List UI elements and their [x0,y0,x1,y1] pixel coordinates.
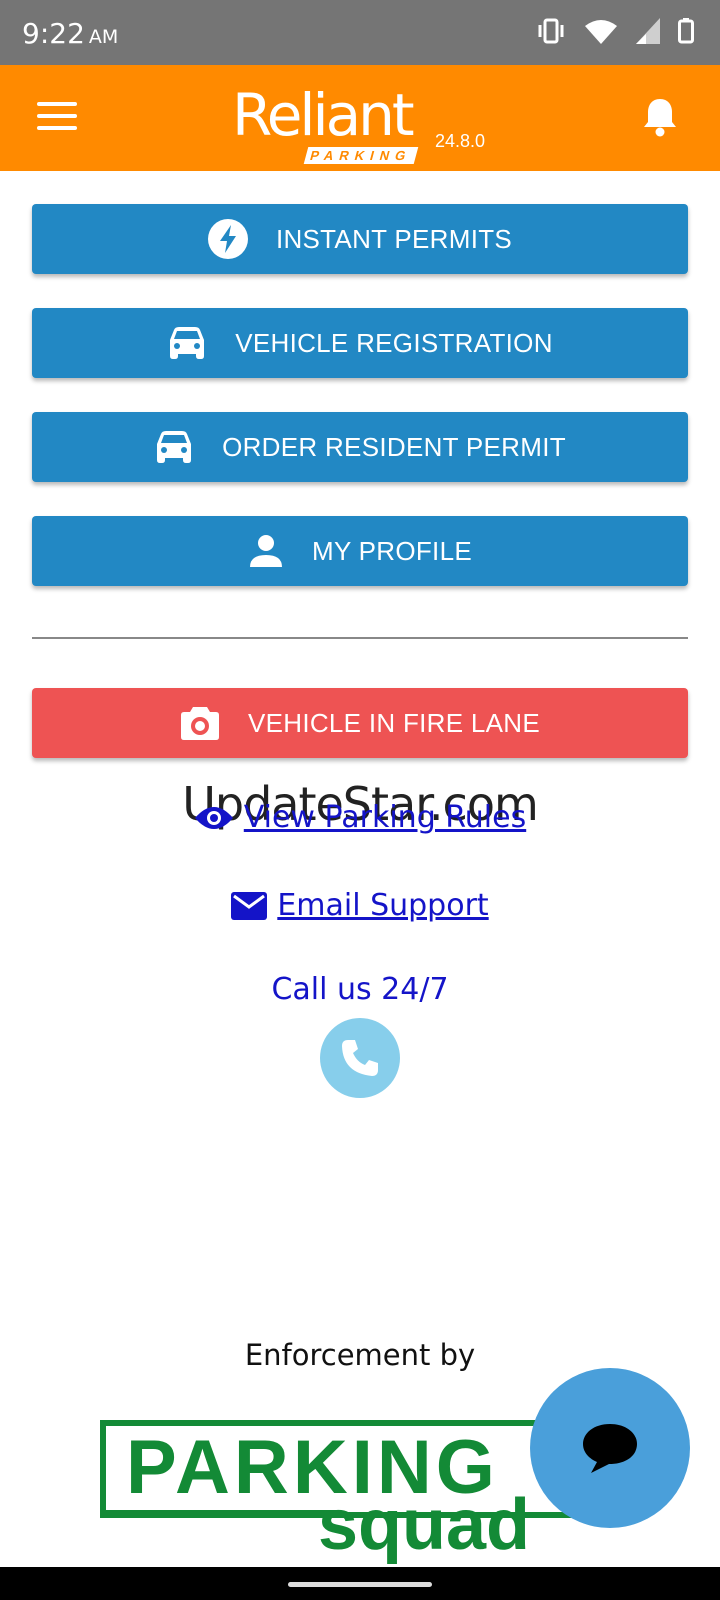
vehicle-registration-button[interactable]: VEHICLE REGISTRATION [32,308,688,378]
status-ampm: AM [88,26,119,48]
view-parking-rules-link[interactable]: View Parking Rules [0,800,720,839]
enforcement-text: Enforcement by [244,1338,476,1372]
signal-icon [636,18,660,44]
chat-bubble-icon [583,1424,637,1473]
system-nav-bar [0,1567,720,1600]
status-bar: 9:22 AM [0,0,720,65]
my-profile-button[interactable]: MY PROFILE [32,516,688,586]
order-resident-permit-label: ORDER RESIDENT PERMIT [222,431,566,462]
app-version: 24.8.0 [435,131,486,151]
call-button[interactable] [320,1018,400,1098]
my-profile-label: MY PROFILE [311,535,472,566]
battery-icon [678,18,694,44]
status-icons [536,18,694,44]
email-icon [231,891,268,920]
instant-permits-button[interactable]: INSTANT PERMITS [32,204,688,274]
bolt-icon [207,219,248,259]
app-bar: Reliant PARKING 24.8.0 [0,65,720,171]
camera-icon [180,705,220,741]
status-time-value: 9:22 [22,17,85,50]
car-icon [167,326,207,360]
vehicle-registration-label: VEHICLE REGISTRATION [235,327,553,358]
order-resident-permit-button[interactable]: ORDER RESIDENT PERMIT [32,412,688,482]
menu-icon[interactable] [37,102,77,132]
home-gesture-handle[interactable] [288,1582,432,1587]
email-support-link[interactable]: Email Support [0,888,720,928]
eye-icon [194,806,233,829]
logo-sub-text: squad [318,1485,531,1565]
status-time: 9:22 AM [22,17,118,50]
logo-word: Reliant [232,81,415,149]
call-us-text: Call us 24/7 [271,972,449,1007]
notification-bell-icon[interactable] [642,97,678,137]
view-parking-rules-label: View Parking Rules [243,800,527,835]
chat-button[interactable] [530,1368,690,1528]
car-icon [154,430,194,464]
phone-icon [342,1040,378,1076]
vibrate-icon [538,18,564,44]
person-icon [248,533,284,569]
vehicle-in-fire-lane-label: VEHICLE IN FIRE LANE [247,707,541,738]
vehicle-in-fire-lane-button[interactable]: VEHICLE IN FIRE LANE [32,688,688,758]
email-support-label: Email Support [277,888,489,923]
wifi-icon [585,20,617,44]
reliant-parking-logo: Reliant PARKING [232,81,422,165]
logo-arrow [100,1510,340,1516]
logo-tag: PARKING [303,147,419,164]
section-divider [32,637,688,639]
instant-permits-label: INSTANT PERMITS [275,223,513,254]
